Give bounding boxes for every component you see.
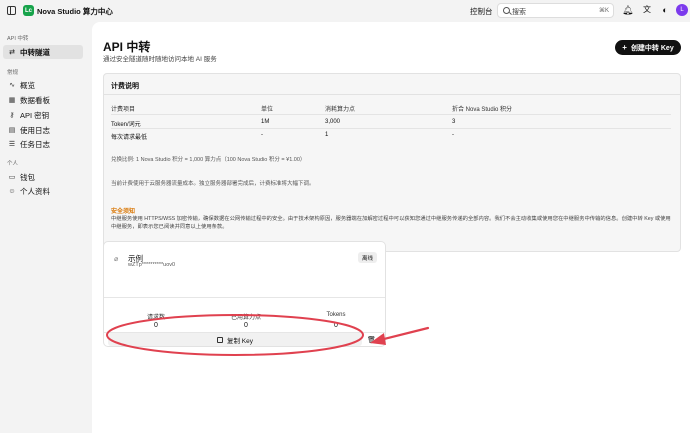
divider [104,94,680,95]
app-logo: Lc [23,5,34,16]
avatar[interactable]: L [676,4,688,16]
billing-panel: 计费说明 计费项目 单位 消耗算力点 折合 Nova Studio 积分 Tok… [103,73,681,252]
search-icon [503,7,510,14]
stat-value: 0 [334,322,338,329]
user-icon: ☺ [8,187,16,195]
copy-key-button[interactable]: 复制 Key [108,333,362,346]
chart-icon: ▦ [8,97,16,104]
table-cell: - [261,132,263,138]
wallet-icon: ▭ [8,174,16,181]
sidebar-item-usage-log[interactable]: ▤ 使用日志 [3,123,83,137]
sidebar-item-dashboard[interactable]: ▦ 数据看板 [3,93,83,107]
status-badge: 离线 [358,252,378,263]
relay-card: ⌀ 示例 wZTp**********uov0 离线 请求数 0 已用算力点 0… [103,241,386,347]
table-cell: 3,000 [325,119,341,125]
stat-label: Tokens [326,312,346,318]
stat-label: 已用算力点 [230,315,261,321]
wifi-off-icon: ⌀ [114,256,119,263]
sidebar-item-label: 钱包 [20,172,35,182]
table-cell: 1M [261,119,270,125]
table-header: 计费项目 [111,107,136,113]
sidebar-item-label: 中转隧道 [20,47,50,57]
sidebar-item-label: 任务日志 [20,139,50,149]
sidebar-item-api-keys[interactable]: ⚷ API 密钥 [3,108,83,122]
table-cell: 每次请求最低 [111,135,148,141]
plus-icon: + [622,43,627,52]
create-button-label: 创建中转 Key [630,44,674,52]
trash-icon[interactable]: 🗑︎ [367,336,376,344]
sidebar: API 中转 ⇄ 中转隧道 常规 ∿ 概览 ▦ 数据看板 ⚷ API 密钥 ▤ … [0,22,86,433]
palette-icon[interactable]: ◐ [660,5,670,15]
exchange-note: 兑换比例: 1 Nova Studio 积分 = 1,000 算力点（100 N… [111,157,306,163]
sidebar-item-relay[interactable]: ⇄ 中转隧道 [3,45,83,59]
sidebar-item-label: 概览 [20,80,35,90]
sidebar-item-overview[interactable]: ∿ 概览 [3,78,83,92]
sidebar-item-wallet[interactable]: ▭ 钱包 [3,170,83,184]
table-cell: 3 [452,119,456,125]
key-icon: ⚷ [9,112,15,119]
sidebar-item-label: API 密钥 [20,110,50,120]
table-header: 消耗算力点 [325,107,356,113]
console-link[interactable]: 控制台 [470,6,493,17]
divider [104,297,385,298]
stat-value: 0 [154,322,158,329]
sidebar-section-personal: 个人 [7,161,19,167]
sidebar-section-api: API 中转 [7,36,29,42]
app-title: Nova Studio 算力中心 [37,7,113,16]
sidebar-toggle-icon[interactable] [7,6,16,15]
copy-button-label: 复制 Key [226,337,253,345]
table-cell: - [452,132,454,138]
create-relay-key-button[interactable]: + 创建中转 Key [615,40,681,55]
main-panel: API 中转 通过安全隧道随时随地访问本地 AI 服务 + 创建中转 Key 计… [92,22,690,433]
sidebar-item-label: 个人资料 [20,186,50,196]
stat-value: 0 [244,322,248,329]
sidebar-item-task-log[interactable]: ☰ 任务日志 [3,137,83,151]
sidebar-item-label: 使用日志 [20,125,50,135]
copy-icon [216,336,223,343]
sidebar-item-label: 数据看板 [20,95,50,105]
stat-label: 请求数 [146,315,165,321]
cost-note: 当前计费使用于云服务器流量成本。独立服务器部署完成后，计费标准将大幅下调。 [111,181,315,187]
activity-icon: ∿ [9,82,15,89]
table-header: 单位 [261,107,274,113]
security-text: 中继服务使用 HTTPS/WSS 加密传输，确保数据在公网传输过程中的安全。由于… [111,216,671,230]
table-header: 折合 Nova Studio 积分 [452,107,513,113]
sidebar-section-common: 常规 [7,70,19,76]
table-cell: 1 [325,132,329,138]
page-subtitle: 通过安全隧道随时随地访问本地 AI 服务 [103,56,217,63]
billing-title: 计费说明 [111,83,139,90]
list-icon: ☰ [8,141,16,148]
sidebar-item-profile[interactable]: ☺ 个人资料 [3,184,83,198]
relay-key: wZTp**********uov0 [128,262,176,268]
bell-icon[interactable]: 🔔︎ [622,5,633,15]
table-cell: Token/词元 [111,122,141,128]
search-placeholder: 搜索 [512,9,526,16]
document-icon: ▤ [8,127,16,134]
divider [111,114,671,115]
divider [111,128,671,129]
search-shortcut: ⌘K [598,8,609,14]
relay-icon: ⇄ [9,49,15,56]
top-bar: Lc Nova Studio 算力中心 控制台 搜索 ⌘K 🔔︎ 文 ◐ L [0,0,690,22]
security-title: 安全须知 [111,209,136,215]
search-input[interactable]: 搜索 ⌘K [497,3,614,18]
language-icon[interactable]: 文 [642,5,652,15]
